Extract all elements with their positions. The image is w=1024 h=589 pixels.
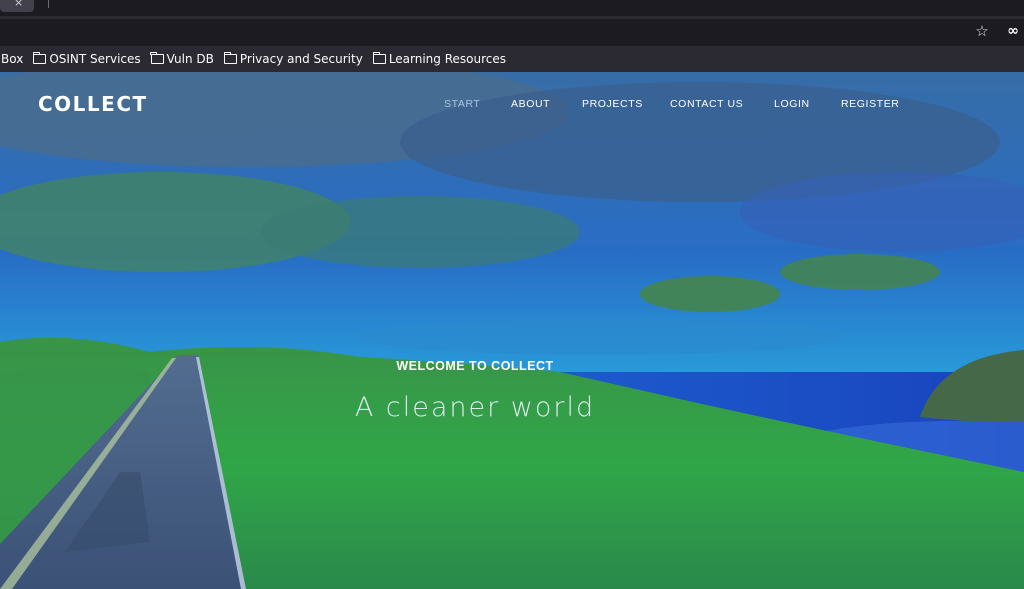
nav-register[interactable]: REGISTER (841, 98, 899, 110)
folder-icon (223, 52, 237, 64)
bookmark-label: Privacy and Security (239, 52, 363, 66)
folder-icon (33, 52, 47, 64)
bookmark-folder-privacy-and-security[interactable]: Privacy and Security (223, 46, 363, 72)
nav-start[interactable]: START (444, 98, 480, 110)
hero-tagline: A cleaner world (354, 392, 596, 423)
browser-toolbar: ☆ ∞ (0, 19, 1024, 46)
private-browsing-icon: ∞ (1007, 23, 1019, 39)
folder-icon (150, 52, 164, 64)
nav-contact-us[interactable]: CONTACT US (670, 98, 743, 110)
bookmark-star-icon[interactable]: ☆ (973, 22, 991, 40)
browser-tab[interactable]: × (0, 0, 34, 12)
folder-icon (372, 52, 386, 64)
bookmark-folder-osint-services[interactable]: OSINT Services (33, 46, 141, 72)
bookmark-label: Vuln DB (166, 52, 214, 66)
bookmark-label: OSINT Services (49, 52, 141, 66)
address-bar[interactable] (0, 21, 994, 44)
nav-about[interactable]: ABOUT (511, 98, 550, 110)
nav-projects[interactable]: PROJECTS (582, 98, 643, 110)
bookmark-label: Box (1, 52, 24, 66)
nav-login[interactable]: LOGIN (774, 98, 810, 110)
bookmark-folder-vuln-db[interactable]: Vuln DB (150, 46, 214, 72)
hero-background-image (0, 72, 1024, 589)
hero-section: COLLECT START ABOUT PROJECTS CONTACT US … (0, 72, 1024, 589)
hero-welcome-text: WELCOME TO COLLECT (396, 359, 554, 373)
bookmark-box[interactable]: Box (1, 46, 23, 72)
tab-strip: × (0, 0, 1024, 16)
bookmark-label: Learning Resources (388, 52, 507, 66)
tab-separator (48, 0, 49, 8)
site-logo[interactable]: COLLECT (38, 92, 148, 116)
bookmark-folder-learning-resources[interactable]: Learning Resources (372, 46, 507, 72)
tab-close-icon[interactable]: × (14, 0, 23, 9)
bookmarks-toolbar: Box OSINT Services Vuln DB Privacy and S… (0, 46, 1024, 72)
